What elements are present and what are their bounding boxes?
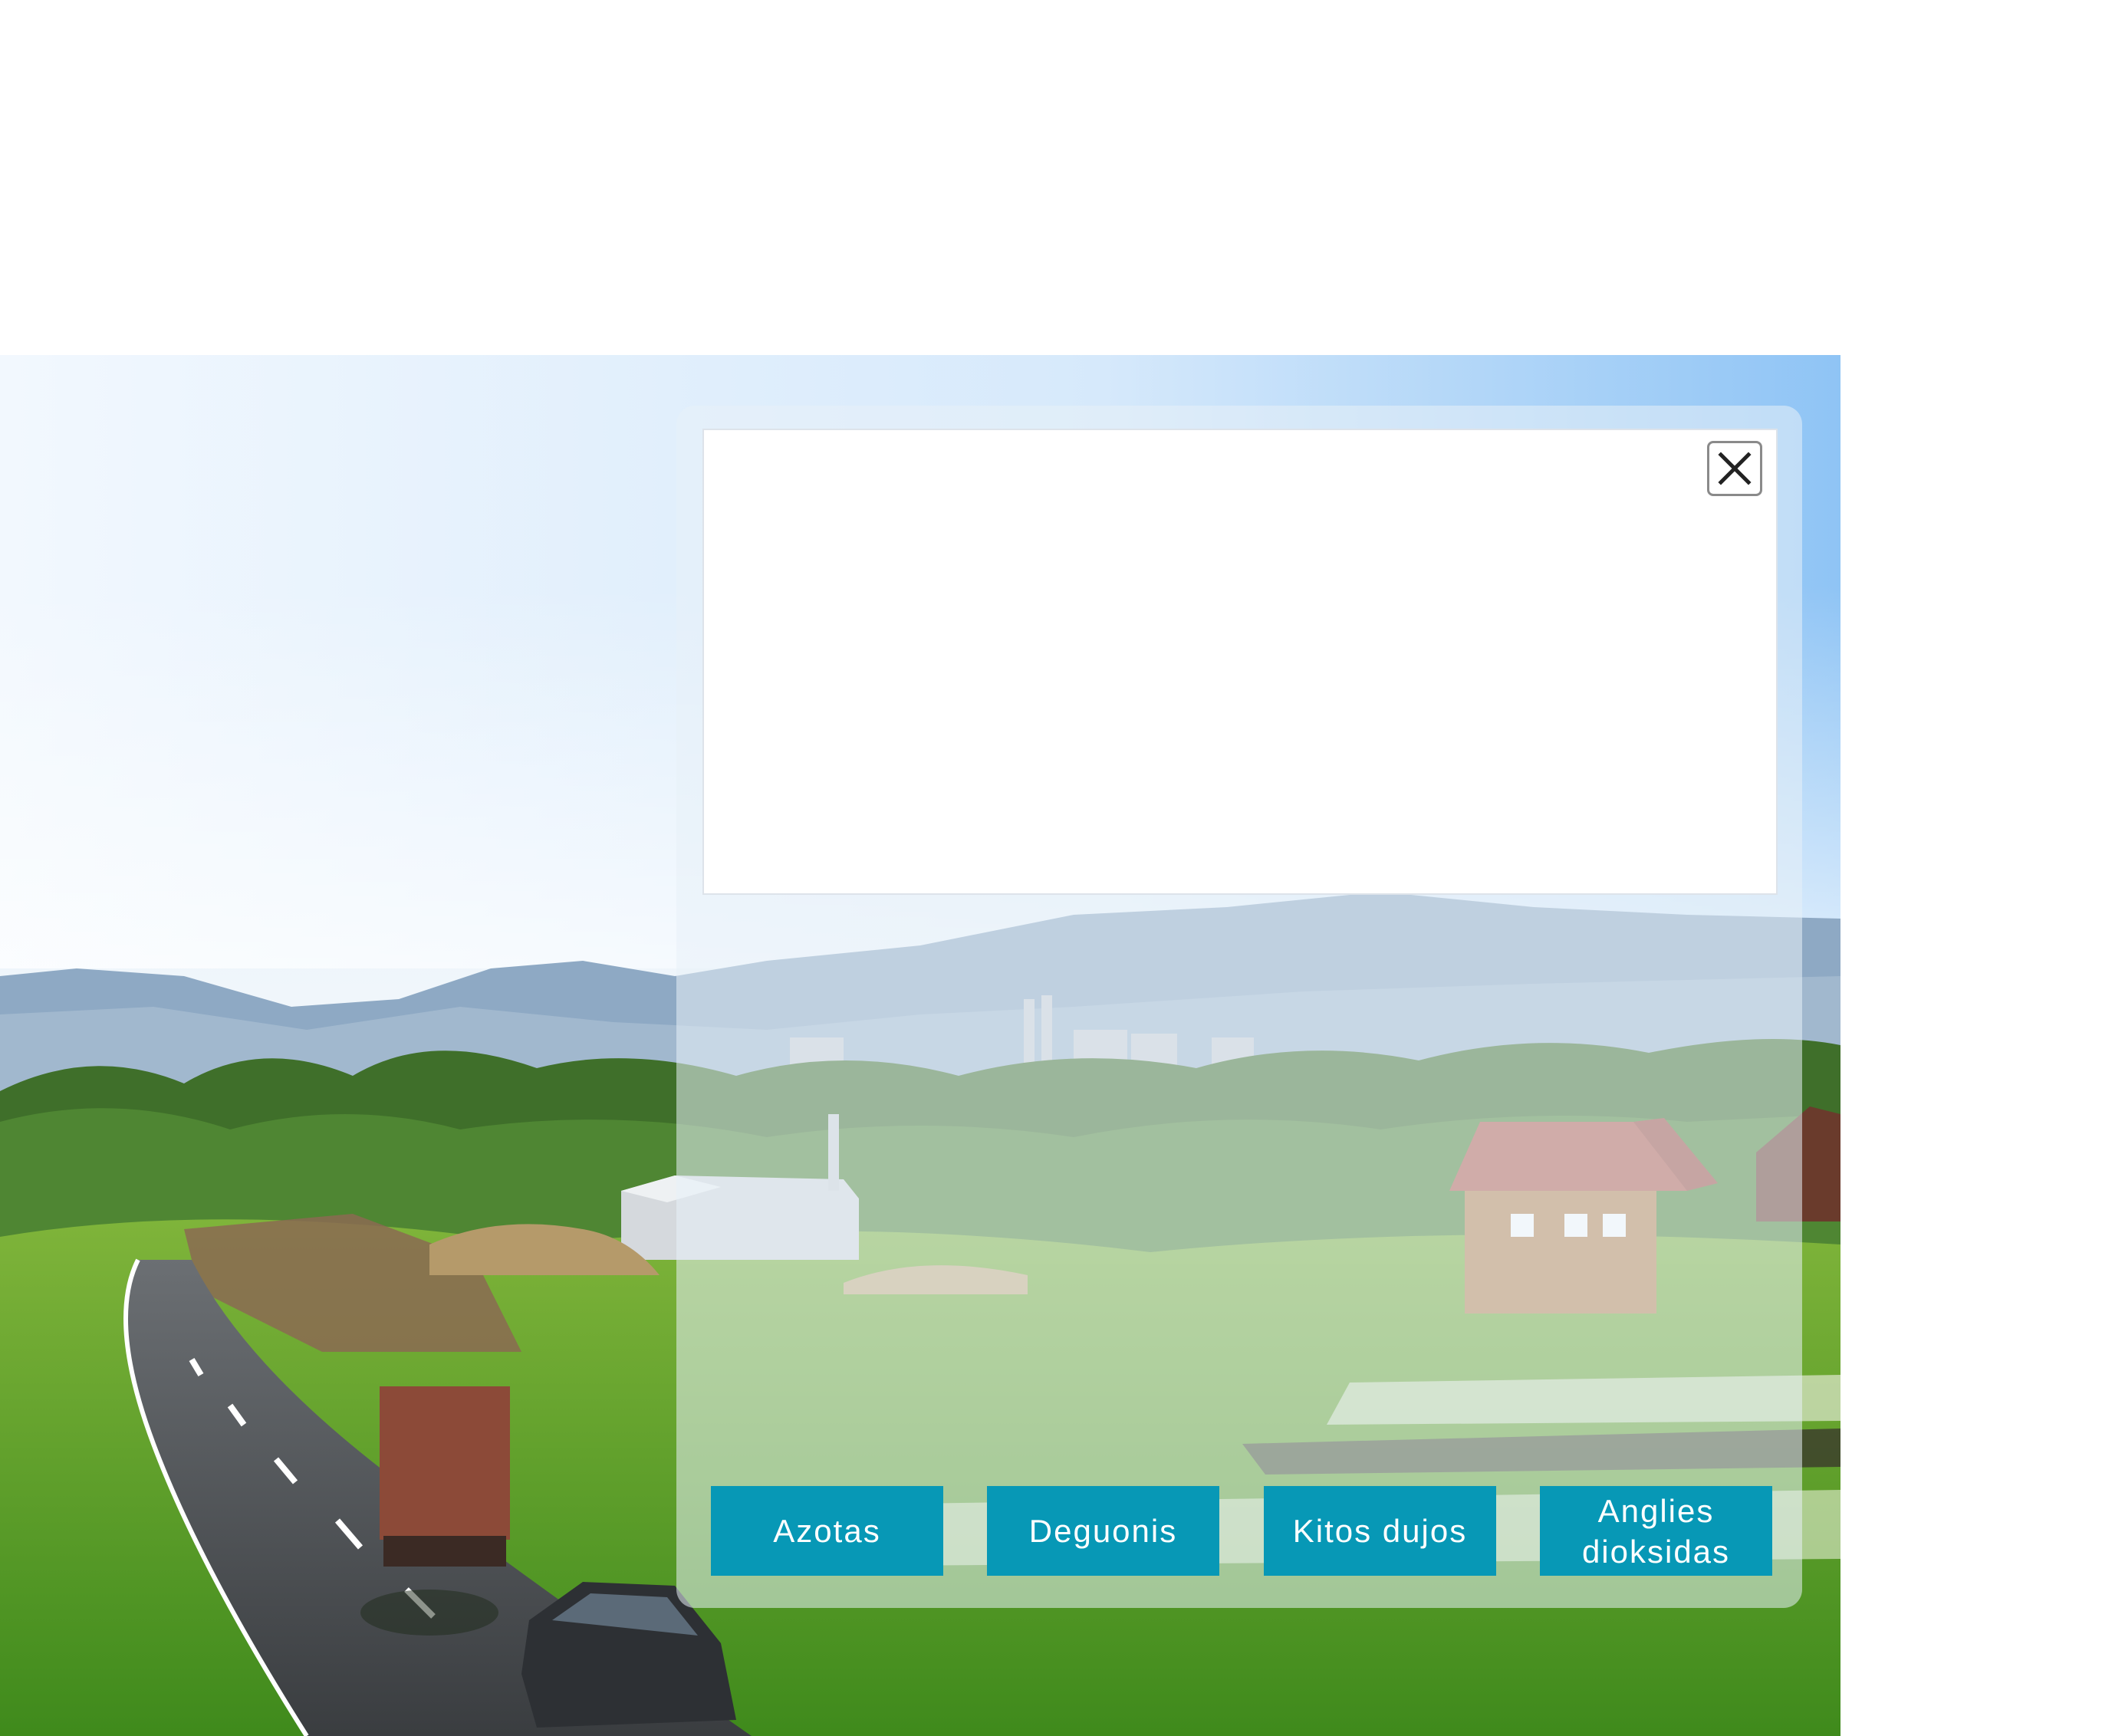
close-button[interactable] [1707,441,1762,496]
oxygen-button[interactable]: Deguonis [987,1486,1219,1576]
carbon-dioxide-button[interactable]: Anglies dioksidas [1540,1486,1772,1576]
page: Azotas Deguonis Kitos dujos Anglies diok… [0,0,2125,1736]
other-gases-button[interactable]: Kitos dujos [1264,1486,1496,1576]
info-text-area [702,429,1778,895]
nitrogen-button[interactable]: Azotas [711,1486,943,1576]
gas-info-dialog: Azotas Deguonis Kitos dujos Anglies diok… [676,406,1802,1608]
close-icon [1718,452,1752,485]
